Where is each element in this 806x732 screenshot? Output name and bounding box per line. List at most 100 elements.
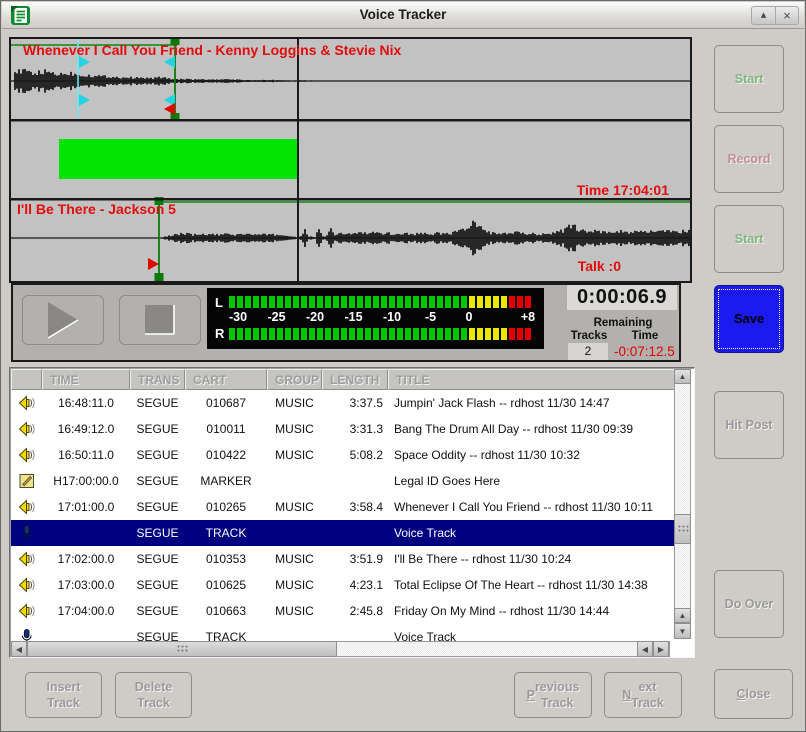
cell-title: Space Oddity -- rdhost 11/30 10:32 (388, 448, 675, 462)
save-button[interactable]: Save (714, 285, 784, 353)
hit-post-button[interactable]: Hit Post (714, 391, 784, 459)
table-row[interactable]: 17:01:00.0SEGUE010265MUSIC3:58.4Whenever… (11, 494, 675, 520)
vu-segment (373, 296, 379, 308)
cell-trans: SEGUE (130, 578, 185, 592)
vu-segment (445, 296, 451, 308)
cell-cart: 010422 (185, 448, 267, 462)
scroll-left-icon[interactable]: ◀ (11, 641, 27, 657)
scroll-right-icon[interactable]: ▶ (653, 641, 669, 657)
table-row-selected[interactable]: SEGUETRACKVoice Track (11, 520, 675, 546)
vu-segment (365, 328, 371, 340)
scroll-down-icon[interactable]: ▼ (674, 623, 691, 639)
record-button[interactable]: Record (714, 125, 784, 193)
table-row[interactable]: SEGUETRACKVoice Track (11, 624, 675, 642)
cell-trans: SEGUE (130, 448, 185, 462)
vu-segment (365, 296, 371, 308)
cell-trans: SEGUE (130, 526, 185, 540)
vu-segment (301, 328, 307, 340)
vu-segment (341, 328, 347, 340)
remaining-time-value: -0:07:12.5 (614, 344, 681, 359)
elapsed-time-display: 0:00:06.9 (567, 285, 677, 310)
scroll-left2-icon[interactable]: ◀ (637, 641, 653, 657)
cell-title: Whenever I Call You Friend -- rdhost 11/… (388, 500, 675, 514)
remaining-tracks-value: 2 (568, 343, 608, 360)
vertical-scrollbar[interactable]: ▲ ▲ ▼ (674, 369, 691, 639)
waveform-panel[interactable]: Whenever I Call You Friend - Kenny Loggi… (9, 37, 692, 283)
cell-title: Bang The Drum All Day -- rdhost 11/30 09… (388, 422, 675, 436)
vu-segment (509, 296, 515, 308)
table-row[interactable]: 16:48:11.0SEGUE010687MUSIC3:37.5Jumpin' … (11, 390, 675, 416)
vu-segment (317, 296, 323, 308)
cell-group: MUSIC (267, 396, 322, 410)
table-row[interactable]: 16:50:11.0SEGUE010422MUSIC5:08.2Space Od… (11, 442, 675, 468)
remaining-label: Remaining (567, 317, 679, 329)
play-button[interactable] (22, 295, 104, 345)
start-record-button[interactable]: Start (714, 45, 784, 113)
cell-group: MUSIC (267, 604, 322, 618)
vu-segment (285, 296, 291, 308)
stop-button[interactable] (119, 295, 201, 345)
vu-segment (517, 296, 523, 308)
cell-trans: SEGUE (130, 500, 185, 514)
cell-time: 16:50:11.0 (42, 448, 130, 462)
start-next-button[interactable]: Start (714, 205, 784, 273)
next-track-button[interactable]: NextTrack (604, 672, 682, 718)
cell-trans: SEGUE (130, 474, 185, 488)
table-body: 16:48:11.0SEGUE010687MUSIC3:37.5Jumpin' … (11, 390, 675, 642)
vu-segment (293, 296, 299, 308)
column-header-icon[interactable] (11, 369, 42, 390)
cell-length: 3:37.5 (322, 396, 388, 410)
vu-segment (325, 328, 331, 340)
vu-segment (309, 296, 315, 308)
vu-segment (477, 296, 483, 308)
vu-segment (269, 328, 275, 340)
cell-length: 3:31.3 (322, 422, 388, 436)
column-header-group[interactable]: GROUP (267, 369, 322, 390)
vu-segment (277, 296, 283, 308)
cell-time: 17:04:00.0 (42, 604, 130, 618)
table-row[interactable]: 17:04:00.0SEGUE010663MUSIC2:45.8Friday O… (11, 598, 675, 624)
table-row[interactable]: 17:02:00.0SEGUE010353MUSIC3:51.9I'll Be … (11, 546, 675, 572)
vu-segment (413, 296, 419, 308)
table-row[interactable]: H17:00:00.0SEGUEMARKERLegal ID Goes Here (11, 468, 675, 494)
remaining-tracks-label: Tracks (567, 330, 611, 342)
horizontal-scrollbar[interactable]: ◀ ◀ ▶ (11, 641, 670, 657)
cell-cart: TRACK (185, 526, 267, 540)
horizontal-scroll-thumb[interactable] (27, 641, 337, 657)
column-header-cart[interactable]: CART (185, 369, 267, 390)
cell-trans: SEGUE (130, 396, 185, 410)
table-row[interactable]: 17:03:00.0SEGUE010625MUSIC4:23.1Total Ec… (11, 572, 675, 598)
vu-segment (349, 328, 355, 340)
cell-group: MUSIC (267, 578, 322, 592)
vu-segment (237, 328, 243, 340)
remaining-time-label: Time (621, 330, 669, 342)
vu-segment (485, 328, 491, 340)
vu-segment (517, 328, 523, 340)
close-button[interactable]: Close (714, 669, 793, 719)
column-header-time[interactable]: TIME (42, 369, 130, 390)
vu-scale-label: -20 (306, 310, 324, 324)
vu-left-label: L (215, 295, 223, 310)
vu-scale-label: -30 (229, 310, 247, 324)
scroll-up-icon[interactable]: ▲ (674, 369, 691, 384)
do-over-button[interactable]: Do Over (714, 570, 784, 638)
close-window-icon[interactable]: × (775, 7, 798, 24)
column-header-length[interactable]: LENGTH (322, 369, 388, 390)
column-header-trans[interactable]: TRANS (130, 369, 185, 390)
vu-segment (261, 296, 267, 308)
title-bar: Voice Tracker ▴ × (2, 2, 804, 29)
previous-track-button[interactable]: PreviousTrack (514, 672, 592, 718)
vertical-scroll-thumb[interactable] (674, 514, 691, 544)
cell-group: MUSIC (267, 552, 322, 566)
table-row[interactable]: 16:49:12.0SEGUE010011MUSIC3:31.3Bang The… (11, 416, 675, 442)
audio-icon (11, 603, 42, 619)
scroll-up2-icon[interactable]: ▲ (674, 608, 691, 623)
delete-track-button[interactable]: DeleteTrack (115, 672, 192, 718)
vu-segment (301, 296, 307, 308)
shade-window-icon[interactable]: ▴ (752, 7, 775, 24)
vu-segment (293, 328, 299, 340)
cell-time: 16:49:12.0 (42, 422, 130, 436)
audio-icon (11, 551, 42, 567)
column-header-title[interactable]: TITLE (388, 369, 675, 390)
insert-track-button[interactable]: InsertTrack (25, 672, 102, 718)
